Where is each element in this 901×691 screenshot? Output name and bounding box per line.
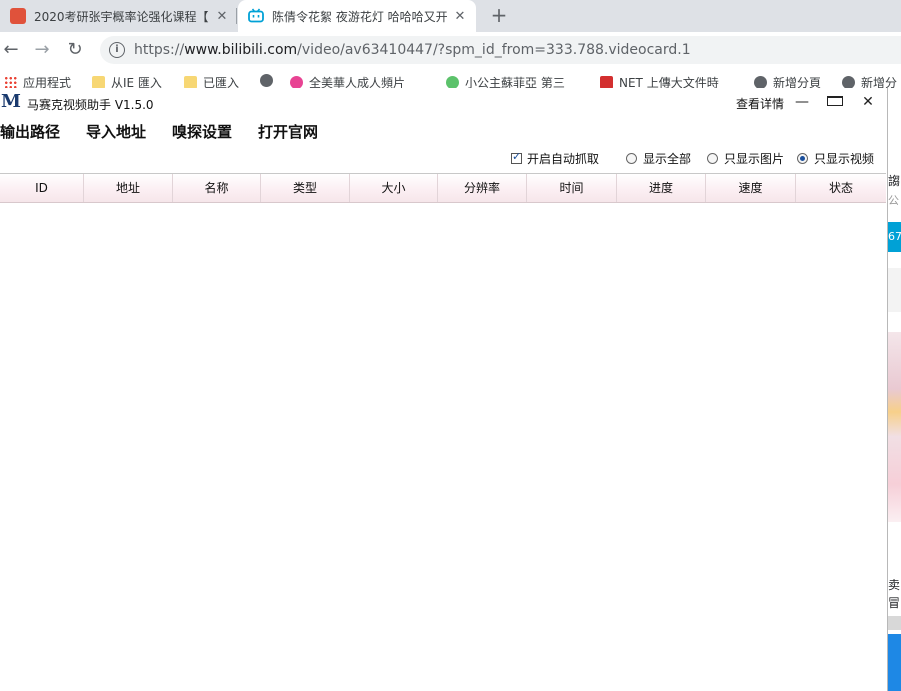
browser-tab-strip: 2020考研张宇概率论强化课程【 ✕ 陈倩令花絮 夜游花灯 哈哈哈又开 ✕ + (0, 0, 901, 32)
app-titlebar: M 马赛克视频助手 V1.5.0 查看详情 — ✕ (0, 88, 887, 116)
page-bar-fragment (888, 634, 901, 691)
table-header: ID 地址 名称 类型 大小 分辨率 时间 进度 速度 状态 (0, 174, 886, 203)
app-title: 马赛克视频助手 V1.5.0 (27, 98, 154, 112)
column-header-name[interactable]: 名称 (173, 174, 261, 202)
forward-arrow-icon[interactable]: → (31, 39, 53, 61)
reload-icon[interactable]: ↻ (64, 39, 86, 61)
page-text-fragment: 公 (888, 194, 899, 207)
auto-capture-checkbox[interactable]: 开启自动抓取 (511, 150, 599, 166)
browser-toolbar: ← → ↻ i https://www.bilibili.com/video/a… (0, 32, 901, 68)
page-text-fragment: 卖 (888, 578, 901, 592)
column-header-speed[interactable]: 速度 (706, 174, 796, 202)
bookmark-globe[interactable] (260, 74, 279, 87)
bilibili-tv-icon (248, 8, 264, 24)
tab-divider (236, 8, 237, 24)
url-text[interactable]: https://www.bilibili.com/video/av6341044… (134, 42, 691, 58)
column-header-type[interactable]: 类型 (261, 174, 350, 202)
page-image-fragment (888, 332, 901, 522)
page-image-fragment (888, 268, 901, 312)
minimize-button[interactable]: — (792, 92, 812, 112)
maximize-button[interactable] (825, 92, 845, 112)
globe-icon (260, 74, 273, 87)
menu-import-url[interactable]: 导入地址 (86, 121, 146, 142)
page-bar-fragment (888, 616, 901, 630)
tab-title: 陈倩令花絮 夜游花灯 哈哈哈又开 (272, 9, 448, 24)
tab-title: 2020考研张宇概率论强化课程【 (34, 9, 209, 24)
column-header-id[interactable]: ID (0, 174, 84, 202)
radio-videos-only[interactable]: 只显示视频 (797, 150, 874, 166)
app-window: M 马赛克视频助手 V1.5.0 查看详情 — ✕ 输出路径 导入地址 嗅探设置… (0, 88, 888, 691)
page-text-fragment: 67 (888, 222, 901, 252)
column-header-status[interactable]: 状态 (796, 174, 886, 202)
page-text-fragment: 謅 (888, 174, 901, 188)
menu-output-path[interactable]: 输出路径 (0, 121, 60, 142)
close-button[interactable]: ✕ (858, 92, 878, 112)
radio-circle[interactable] (707, 152, 718, 164)
bilibili-favicon-icon (10, 8, 26, 24)
close-tab-icon[interactable]: ✕ (214, 9, 230, 24)
column-header-resolution[interactable]: 分辨率 (438, 174, 527, 202)
radio-circle[interactable] (626, 152, 637, 164)
menu-sniff-settings[interactable]: 嗅探设置 (172, 121, 232, 142)
maximize-icon (827, 96, 843, 106)
page-text-fragment: 冒 (888, 596, 901, 610)
column-header-progress[interactable]: 进度 (617, 174, 706, 202)
column-header-address[interactable]: 地址 (84, 174, 173, 202)
background-webpage: 謅 公 67 卖 冒 (888, 88, 901, 691)
view-details-button[interactable]: 查看详情 (736, 95, 784, 112)
close-tab-icon[interactable]: ✕ (452, 9, 468, 24)
address-bar[interactable]: i https://www.bilibili.com/video/av63410… (100, 36, 901, 64)
site-info-icon[interactable]: i (109, 42, 125, 58)
radio-circle-selected[interactable] (797, 152, 808, 164)
radio-images-only[interactable]: 只显示图片 (707, 150, 784, 166)
radio-show-all[interactable]: 显示全部 (626, 150, 691, 166)
new-tab-button[interactable]: + (488, 4, 510, 26)
menu-official-site[interactable]: 打开官网 (258, 121, 318, 142)
checkbox-box[interactable] (511, 150, 522, 164)
app-logo-icon: M (1, 91, 21, 112)
column-header-size[interactable]: 大小 (350, 174, 438, 202)
capture-table[interactable]: ID 地址 名称 类型 大小 分辨率 时间 进度 速度 状态 (0, 173, 886, 690)
browser-tab[interactable]: 2020考研张宇概率论强化课程【 ✕ (0, 0, 236, 32)
column-header-time[interactable]: 时间 (527, 174, 617, 202)
browser-tab-active[interactable]: 陈倩令花絮 夜游花灯 哈哈哈又开 ✕ (238, 0, 476, 32)
back-arrow-icon[interactable]: ← (0, 39, 22, 61)
